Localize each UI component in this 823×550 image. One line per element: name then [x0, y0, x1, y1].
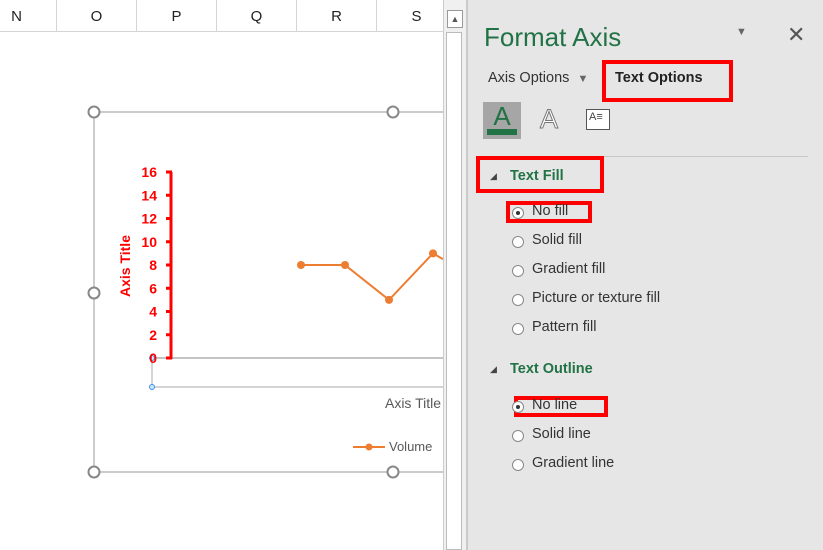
radio-no-line[interactable] [512, 401, 524, 413]
chart[interactable]: 0 2 4 6 8 10 12 14 16 Axis Title Axis Title Volu… [0, 0, 443, 550]
data-point[interactable] [297, 261, 305, 269]
tab-axis-options[interactable]: Axis Options ▼ [488, 70, 588, 86]
scroll-up-button[interactable]: ▲ [447, 10, 463, 28]
radio-picture-or-texture-fill[interactable] [512, 294, 524, 306]
resize-handle[interactable] [87, 465, 101, 479]
series-line-volume[interactable] [301, 252, 443, 302]
resize-handle[interactable] [87, 286, 101, 300]
fill-bar [487, 129, 517, 135]
selection-handle[interactable] [149, 384, 155, 390]
close-icon[interactable]: ✕ [787, 22, 805, 48]
radio-pattern-fill[interactable] [512, 323, 524, 335]
radio-label[interactable]: No line [532, 397, 577, 413]
radio-dot [516, 405, 520, 409]
text-effects-icon[interactable]: A [539, 104, 558, 135]
x-axis-title[interactable]: Axis Title [385, 395, 441, 411]
format-axis-pane: Format Axis ▼ ✕ Axis Options ▼ Text Opti… [467, 0, 823, 550]
y-tick-label: 2 [149, 327, 157, 343]
pane-options-dropdown-icon[interactable]: ▼ [736, 26, 747, 38]
collapse-triangle-icon[interactable]: ◢ [490, 364, 497, 375]
radio-label[interactable]: Solid fill [532, 232, 582, 248]
pane-title: Format Axis [484, 22, 622, 52]
y-tick-label: 10 [141, 234, 157, 250]
resize-handle[interactable] [386, 465, 400, 479]
collapse-triangle-icon[interactable]: ◢ [490, 171, 497, 182]
radio-dot [516, 211, 520, 215]
y-tick-label: 16 [141, 164, 157, 180]
text-fill-outline-icon[interactable]: A [483, 101, 521, 139]
chevron-down-icon: ▼ [577, 73, 589, 85]
y-tick-label: 12 [141, 211, 157, 227]
data-point[interactable] [341, 261, 349, 269]
radio-label[interactable]: Gradient line [532, 455, 614, 471]
legend-marker-icon [365, 443, 373, 451]
radio-gradient-fill[interactable] [512, 265, 524, 277]
y-tick-label: 4 [149, 304, 157, 320]
y-tick-label: 8 [149, 257, 157, 273]
radio-solid-line[interactable] [512, 430, 524, 442]
textbox-icon[interactable]: A≡ [586, 109, 610, 130]
section-text-fill[interactable]: Text Fill [510, 168, 564, 184]
legend-entry-volume[interactable]: Volume [389, 439, 432, 454]
radio-gradient-line[interactable] [512, 459, 524, 471]
tab-text-options[interactable]: Text Options [615, 70, 703, 86]
letter-a-glyph: A [493, 101, 511, 131]
radio-label[interactable]: Pattern fill [532, 319, 596, 335]
y-tick-label: 14 [141, 187, 157, 203]
radio-no-fill[interactable] [512, 207, 524, 219]
data-point[interactable] [429, 249, 437, 258]
resize-handle[interactable] [87, 105, 101, 119]
radio-label[interactable]: Solid line [532, 426, 591, 442]
radio-label[interactable]: Gradient fill [532, 261, 605, 277]
y-axis-title[interactable]: Axis Title [117, 235, 133, 297]
y-tick-label: 0 [149, 350, 157, 366]
resize-handle[interactable] [386, 105, 400, 119]
tab-label: Axis Options [488, 70, 570, 86]
radio-label[interactable]: Picture or texture fill [532, 290, 660, 306]
data-point[interactable] [385, 295, 393, 304]
y-tick-label: 6 [149, 280, 157, 296]
section-text-outline[interactable]: Text Outline [510, 361, 593, 377]
scrollbar-thumb[interactable] [446, 32, 462, 550]
radio-solid-fill[interactable] [512, 236, 524, 248]
radio-label[interactable]: No fill [532, 203, 568, 219]
